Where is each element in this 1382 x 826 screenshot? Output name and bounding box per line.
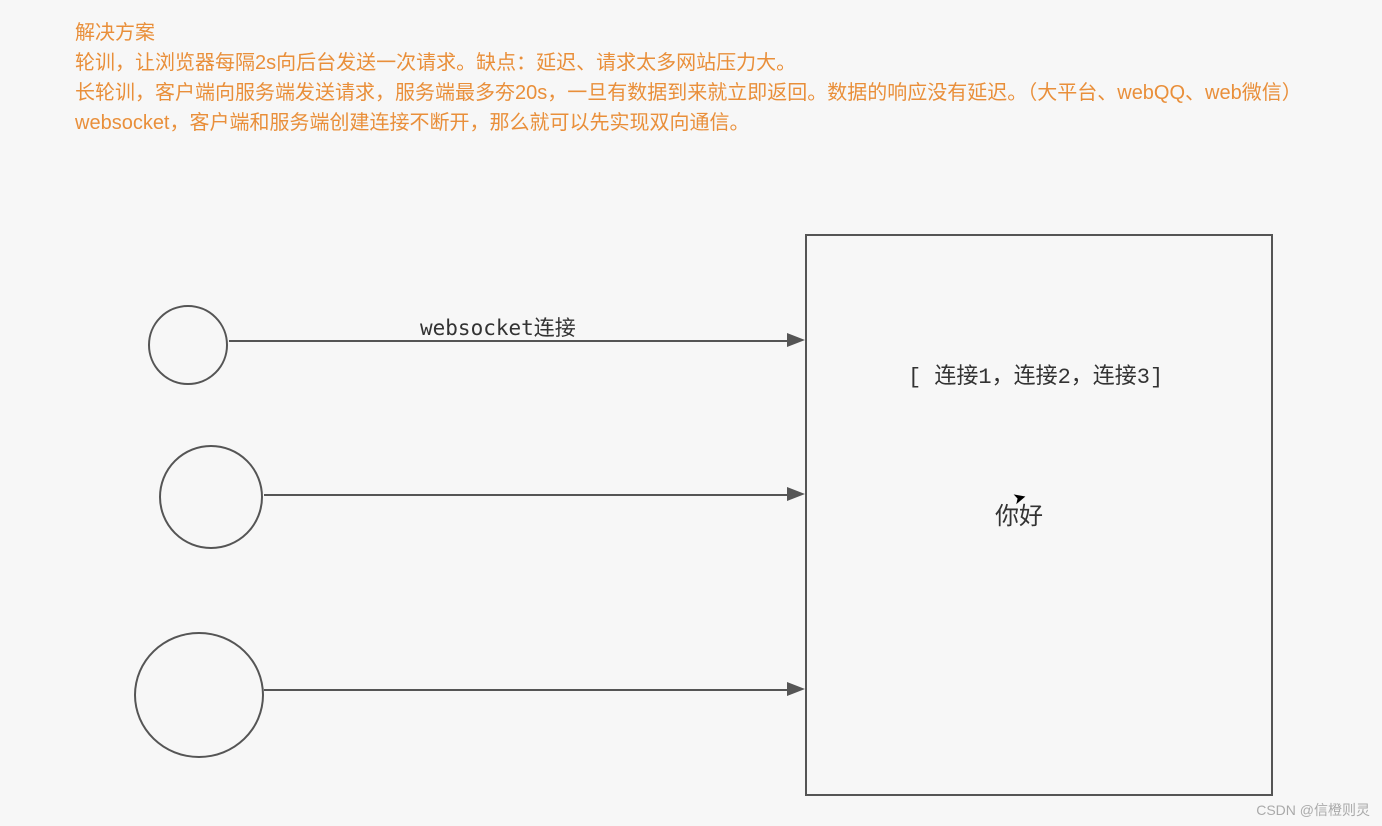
arrow-3-head-icon bbox=[787, 682, 805, 696]
arrow-3-line bbox=[264, 689, 788, 691]
client-node-1-icon bbox=[148, 305, 228, 385]
arrow-1-head-icon bbox=[787, 333, 805, 347]
client-node-3-icon bbox=[134, 632, 264, 758]
arrow-2-line bbox=[264, 494, 788, 496]
arrow-2-head-icon bbox=[787, 487, 805, 501]
server-connection-list: [ 连接1，连接2，连接3] bbox=[908, 358, 1163, 390]
watermark-text: CSDN @信橙则灵 bbox=[1256, 800, 1370, 820]
diagram-container: websocket连接 [ 连接1，连接2，连接3] 你好 ➤ bbox=[0, 0, 1382, 826]
arrow-1-label: websocket连接 bbox=[420, 312, 576, 342]
client-node-2-icon bbox=[159, 445, 263, 549]
